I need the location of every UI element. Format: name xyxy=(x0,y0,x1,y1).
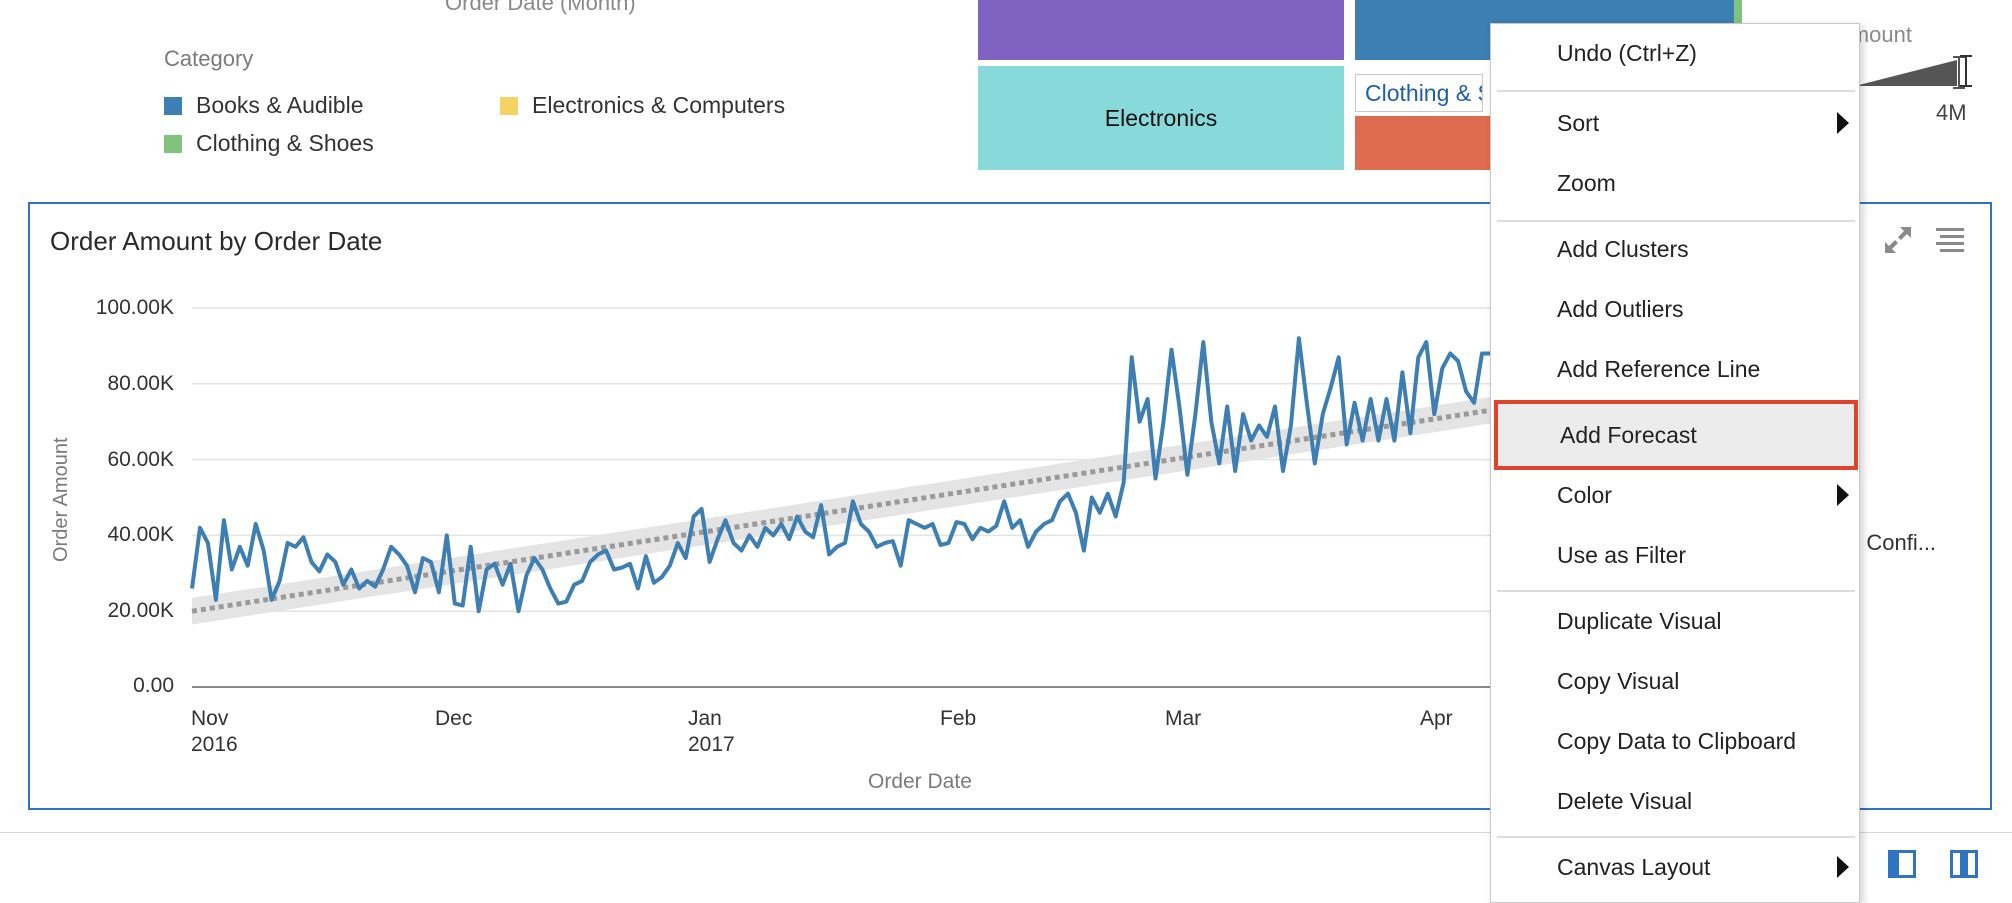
layout-center-panel-icon[interactable] xyxy=(1950,850,1978,878)
menu-item-sort[interactable]: Sort xyxy=(1491,94,1861,152)
menu-item-label: Canvas Layout xyxy=(1557,854,1711,880)
menu-item-add-forecast[interactable]: Add Forecast xyxy=(1494,400,1858,470)
menu-item-duplicate-visual[interactable]: Duplicate Visual xyxy=(1491,592,1861,650)
menu-item-canvas-layout[interactable]: Canvas Layout xyxy=(1491,838,1861,896)
menu-item-delete-visual[interactable]: Delete Visual xyxy=(1491,772,1861,830)
layout-center-panel-fill xyxy=(1960,853,1968,875)
menu-item-label: Add Forecast xyxy=(1560,422,1697,448)
menu-item-label: Add Clusters xyxy=(1557,236,1689,262)
submenu-arrow-icon xyxy=(1837,856,1849,878)
menu-item-label: Zoom xyxy=(1557,170,1616,196)
submenu-arrow-icon xyxy=(1837,112,1849,134)
menu-item-color[interactable]: Color xyxy=(1491,466,1861,524)
menu-item-label: Copy Visual xyxy=(1557,668,1680,694)
menu-separator xyxy=(1497,90,1855,92)
menu-item-label: Sort xyxy=(1557,110,1600,136)
layout-left-panel-fill xyxy=(1891,853,1899,875)
menu-item-label: Delete Visual xyxy=(1557,788,1693,814)
submenu-arrow-icon xyxy=(1837,484,1849,506)
context-menu[interactable]: Undo (Ctrl+Z) Sort Zoom Add Clusters Add… xyxy=(1490,23,1860,903)
confidence-band xyxy=(192,397,1490,625)
menu-item-add-reference-line[interactable]: Add Reference Line xyxy=(1491,340,1861,398)
menu-item-label: Duplicate Visual xyxy=(1557,608,1722,634)
text-cursor-icon xyxy=(1960,55,1972,87)
menu-item-label: Color xyxy=(1557,482,1612,508)
menu-item-add-clusters[interactable]: Add Clusters xyxy=(1491,220,1861,278)
menu-item-zoom[interactable]: Zoom xyxy=(1491,154,1861,212)
menu-item-copy-data[interactable]: Copy Data to Clipboard xyxy=(1491,712,1861,770)
menu-item-label: Undo (Ctrl+Z) xyxy=(1557,40,1697,66)
menu-item-label: Copy Data to Clipboard xyxy=(1557,728,1797,754)
menu-item-copy-visual[interactable]: Copy Visual xyxy=(1491,652,1861,710)
menu-item-label: Add Reference Line xyxy=(1557,356,1761,382)
layout-left-panel-icon[interactable] xyxy=(1888,850,1916,878)
menu-item-use-as-filter[interactable]: Use as Filter xyxy=(1491,526,1861,584)
menu-item-label: Add Outliers xyxy=(1557,296,1684,322)
menu-item-add-outliers[interactable]: Add Outliers xyxy=(1491,280,1861,338)
menu-item-label: Use as Filter xyxy=(1557,542,1687,568)
menu-item-undo[interactable]: Undo (Ctrl+Z) xyxy=(1491,24,1861,82)
cut-off-legend-text: 5 Confi... xyxy=(1848,530,1937,555)
